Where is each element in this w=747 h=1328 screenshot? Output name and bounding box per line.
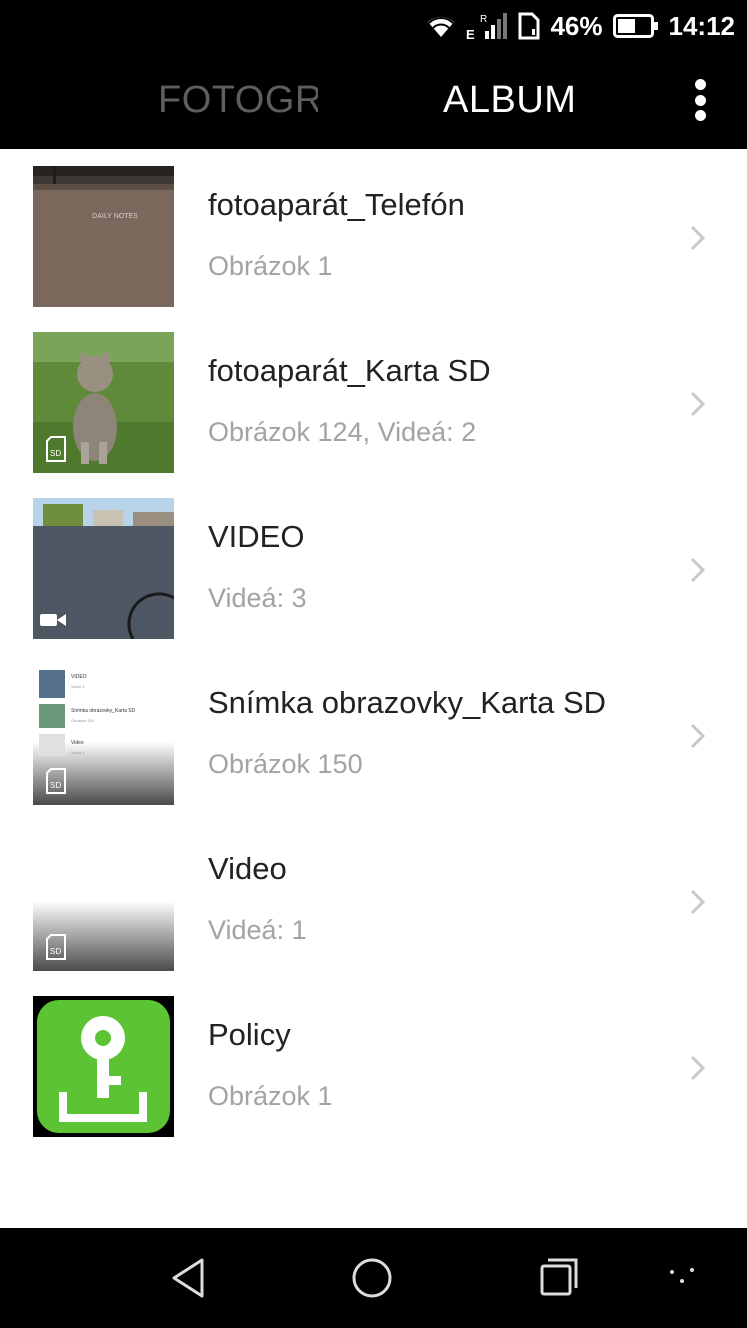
album-item-policy[interactable]: Policy Obrázok 1: [0, 979, 747, 1145]
album-title: Policy: [208, 1017, 291, 1052]
album-title: Video: [208, 851, 287, 886]
chevron-right-icon: [690, 889, 706, 915]
battery-icon: [612, 14, 659, 38]
sd-card-icon: SD: [46, 768, 66, 794]
mini-subtitle: Videá 3: [71, 684, 85, 689]
recents-icon[interactable]: [538, 1256, 580, 1298]
album-count: Obrázok 124, Videá: 2: [208, 417, 477, 447]
album-count: Obrázok 1: [208, 1081, 333, 1111]
album-thumbnail: [33, 498, 174, 639]
signal-icon: E R: [466, 11, 508, 41]
album-list: DAILY NOTES fotoaparát_Telefón Obrázok 1: [0, 149, 747, 1228]
mini-title: VIDEO: [71, 674, 87, 680]
navigation-bar: [0, 1228, 747, 1328]
overflow-menu-icon[interactable]: [685, 74, 715, 126]
album-item-camera-sd[interactable]: SD fotoaparát_Karta SD Obrázok 124, Vide…: [0, 315, 747, 481]
chevron-right-icon: [690, 723, 706, 749]
album-item-screenshots-sd[interactable]: VIDEO Videá 3 Snímka obrazovky_Karta SD …: [0, 647, 747, 813]
album-thumbnail: [33, 996, 174, 1137]
extra-nav-icon[interactable]: [668, 1266, 698, 1286]
sd-label: SD: [50, 449, 61, 458]
album-item-camera-phone[interactable]: DAILY NOTES fotoaparát_Telefón Obrázok 1: [0, 149, 747, 315]
album-thumbnail: SD: [33, 332, 174, 473]
roaming-label: R: [480, 14, 487, 25]
wifi-icon: [426, 13, 456, 39]
album-thumbnail: SD: [33, 830, 174, 971]
chevron-right-icon: [690, 557, 706, 583]
sd-label: SD: [50, 947, 61, 956]
key-download-icon: [33, 996, 174, 1137]
album-title: Snímka obrazovky_Karta SD: [208, 685, 607, 720]
mini-subtitle: Obrázok 150: [71, 718, 95, 723]
sd-label: SD: [50, 781, 61, 790]
tab-photos[interactable]: FOTOGRAFIE: [158, 52, 318, 149]
album-title: VIDEO: [208, 519, 305, 554]
home-icon[interactable]: [350, 1256, 394, 1300]
album-count: Videá: 1: [208, 915, 307, 945]
chevron-right-icon: [690, 1055, 706, 1081]
action-bar: FOTOGRAFIE ALBUM: [0, 52, 747, 149]
album-item-video-sd[interactable]: SD Video Videá: 1: [0, 813, 747, 979]
clock: 14:12: [668, 10, 736, 41]
album-title: fotoaparát_Telefón: [208, 187, 465, 222]
notebook-label: DAILY NOTES: [92, 213, 138, 220]
chevron-right-icon: [690, 391, 706, 417]
sd-card-icon: SD: [46, 436, 66, 462]
album-title: fotoaparát_Karta SD: [208, 353, 491, 388]
mini-subtitle: Videá 1: [71, 750, 85, 755]
tab-album[interactable]: ALBUM: [443, 52, 576, 149]
back-icon[interactable]: [168, 1256, 208, 1300]
album-thumbnail: VIDEO Videá 3 Snímka obrazovky_Karta SD …: [33, 664, 174, 805]
album-item-video[interactable]: VIDEO Videá: 3: [0, 481, 747, 647]
chevron-right-icon: [690, 225, 706, 251]
album-thumbnail: DAILY NOTES: [33, 166, 174, 307]
album-count: Videá: 3: [208, 583, 307, 613]
status-icons: E R 46% 14:12: [426, 0, 735, 52]
video-camera-icon: [40, 614, 66, 626]
sim-icon: [518, 12, 540, 40]
sd-card-icon: SD: [46, 934, 66, 960]
album-count: Obrázok 150: [208, 749, 363, 779]
mini-title: Snímka obrazovky_Karta SD: [71, 708, 136, 714]
battery-percent: 46%: [550, 10, 603, 41]
network-type-label: E: [466, 27, 475, 41]
mini-title: Video: [71, 740, 84, 746]
album-count: Obrázok 1: [208, 251, 333, 281]
status-bar: E R 46% 14:12: [0, 0, 747, 52]
